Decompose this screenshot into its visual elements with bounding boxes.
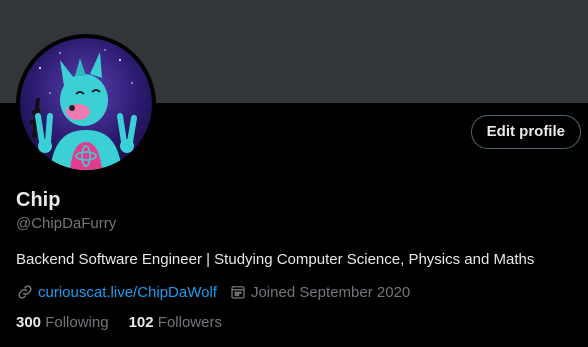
- followers-label: Followers: [157, 314, 222, 331]
- following-stat[interactable]: 300 Following: [16, 314, 109, 331]
- followers-count: 102: [128, 314, 154, 331]
- joined-item: Joined September 2020: [229, 283, 410, 301]
- profile-meta: curiouscat.live/ChipDaWolf Joined Septem…: [16, 283, 422, 301]
- website-link[interactable]: curiouscat.live/ChipDaWolf: [38, 284, 217, 301]
- display-name: Chip: [16, 189, 61, 211]
- profile-bio: Backend Software Engineer | Studying Com…: [16, 251, 535, 268]
- website-item: curiouscat.live/ChipDaWolf: [16, 283, 217, 301]
- joined-date: Joined September 2020: [250, 283, 411, 301]
- link-icon: [16, 283, 34, 301]
- following-count: 300: [16, 314, 42, 331]
- followers-stat[interactable]: 102 Followers: [129, 314, 222, 331]
- profile-stats: 300 Following 102 Followers: [16, 314, 242, 331]
- edit-profile-button[interactable]: Edit profile: [470, 115, 581, 149]
- calendar-icon: [229, 283, 247, 301]
- following-label: Following: [45, 314, 109, 331]
- avatar[interactable]: [16, 34, 156, 174]
- avatar-image: [20, 38, 152, 170]
- profile-page: Edit profile Chip @ChipDaFurry Backend S…: [0, 0, 588, 347]
- user-handle: @ChipDaFurry: [16, 215, 117, 232]
